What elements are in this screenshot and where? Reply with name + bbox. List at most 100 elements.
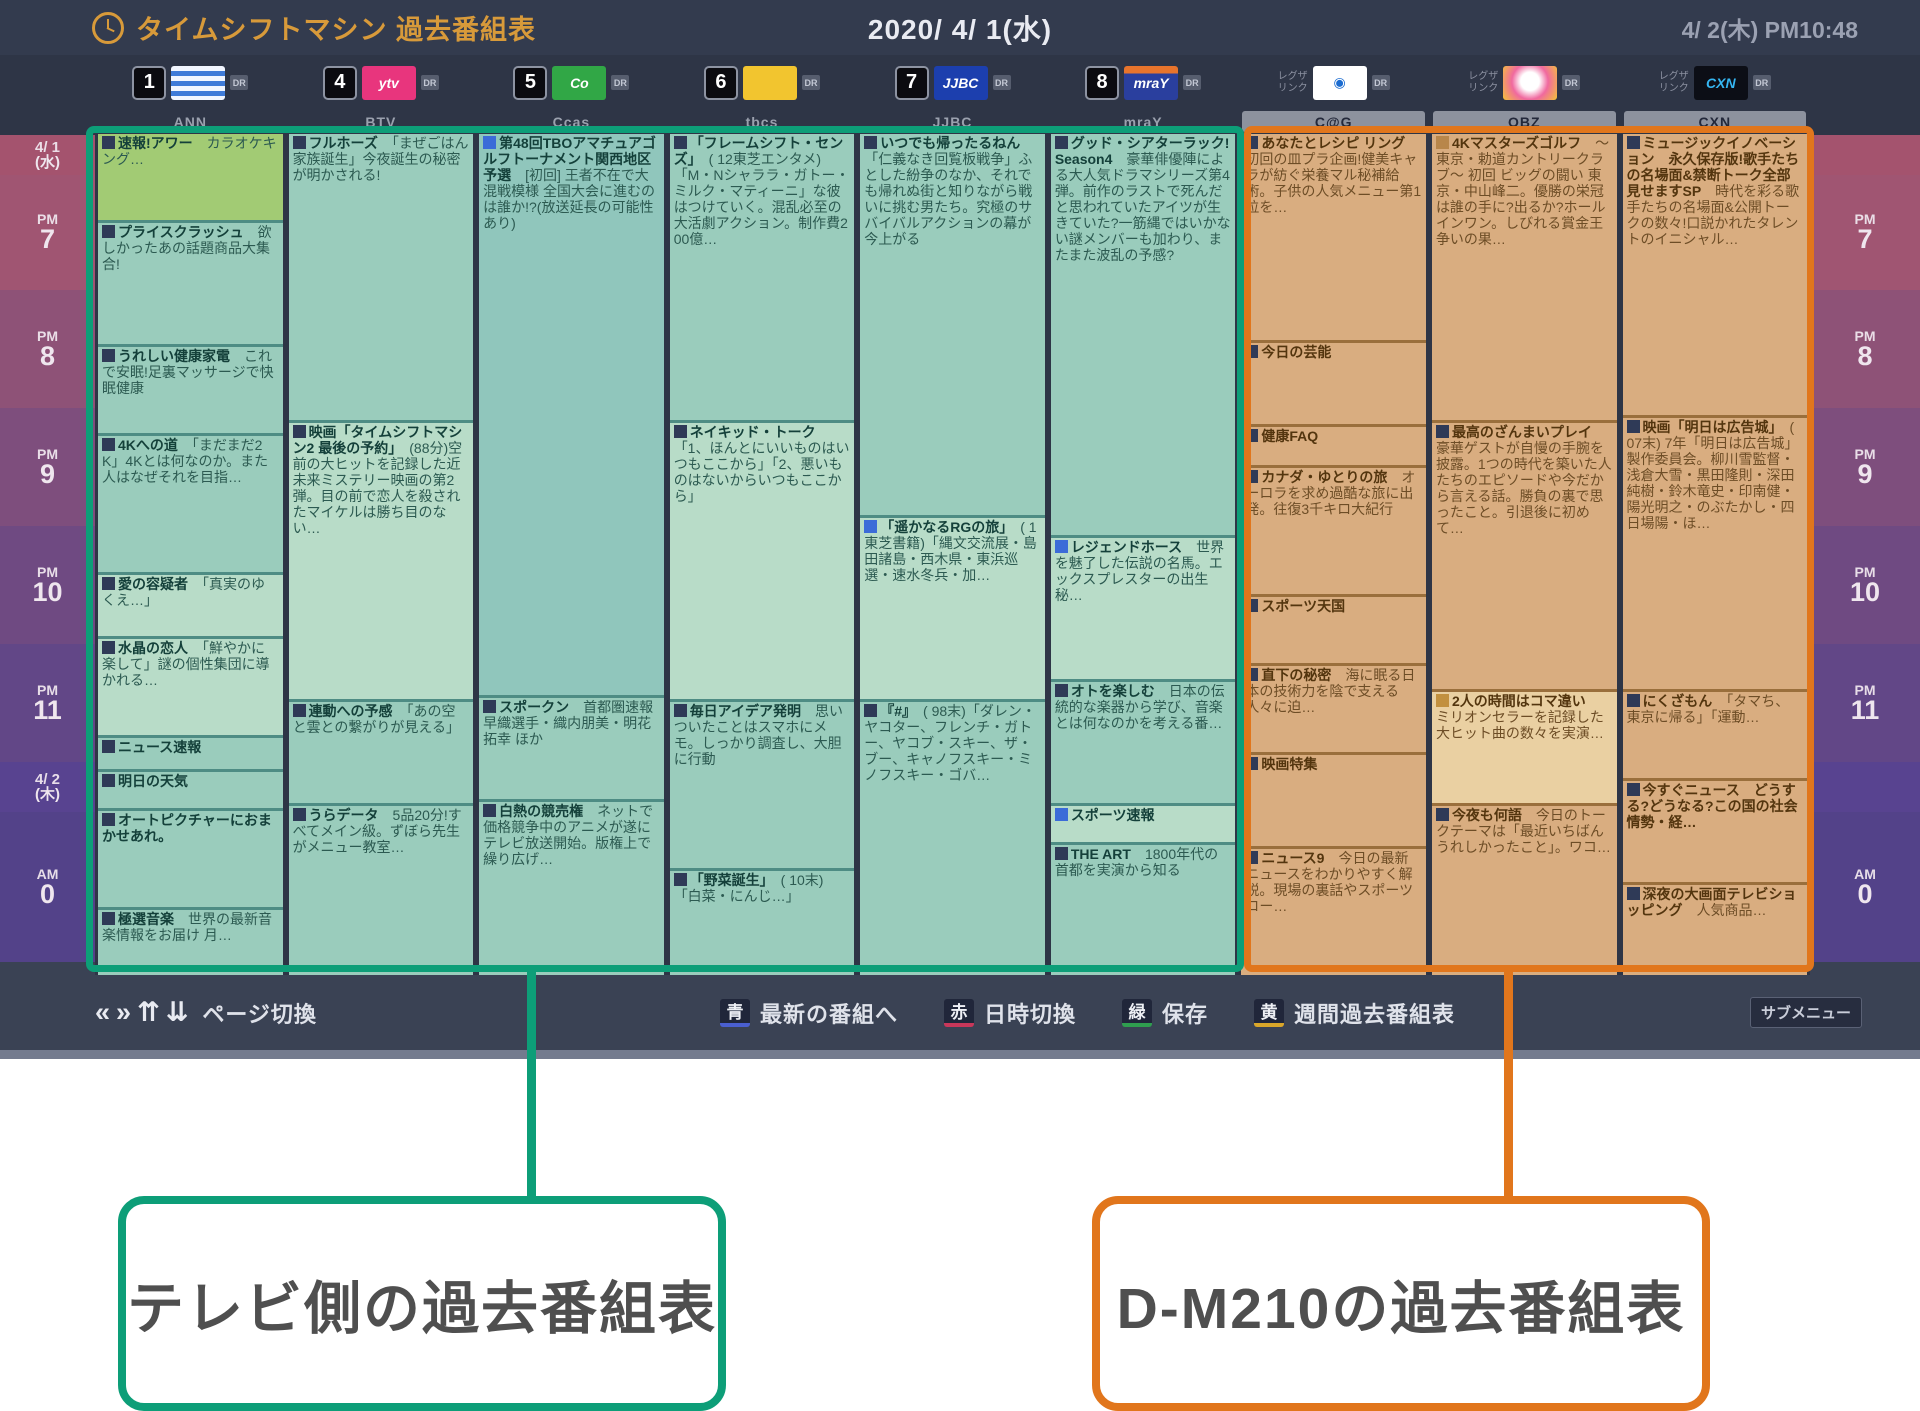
program-cell[interactable]: プライスクラッシュ 欲しかったあの話題商品大集合! xyxy=(98,223,283,344)
genre-icon xyxy=(102,774,115,787)
channel-column-ANN: 1DRANN速報!アワー カラオケキング…プライスクラッシュ 欲しかったあの話題… xyxy=(95,55,286,975)
program-cell[interactable]: 映画「明日は広告城」 ( 07末) 7年「明日は広告城」製作委員会。柳川雪監督・… xyxy=(1623,418,1808,689)
program-cell[interactable]: いつでも帰ったるねん 「仁義なき回覧板戦争」ふとした紛争のなか、それでも帰れぬ街… xyxy=(860,134,1045,515)
program-cell[interactable]: オトを楽しむ 日本の伝統的な楽器から学び、音楽とは何なのかを考える番… xyxy=(1051,682,1236,803)
program-title: 最高のざんまいプレイ xyxy=(1452,424,1592,440)
program-cell[interactable]: 水晶の恋人 「鮮やかに楽して」謎の個性集団に導かれる… xyxy=(98,639,283,735)
program-cell[interactable]: 健康FAQ xyxy=(1241,427,1426,465)
channel-logo xyxy=(743,66,797,100)
program-cell[interactable]: 今すぐニュース どうする?どうなる?この国の社会情勢・経… xyxy=(1623,781,1808,882)
program-description: 「仁義なき回覧板戦争」ふとした紛争のなか、それでも帰れぬ街と知りながら戦いに挑む… xyxy=(864,135,1034,247)
program-cell[interactable]: 毎日アイデア発明 思いついたことはスマホにメモ。しっかり調査し、大胆に行動 xyxy=(670,702,855,868)
time-slot-label xyxy=(1810,135,1920,175)
program-cell[interactable]: 4Kへの道 「まだまだ2K」4Kとは何なのか。また人はなぜそれを目指… xyxy=(98,436,283,572)
program-cell[interactable]: あなたとレシピ リング 初回の皿プラ企画!健美キャラが紡ぐ栄養マル秘補給術。子供… xyxy=(1241,134,1426,340)
program-cell[interactable]: オートピクチャーにおまかせあれ。 xyxy=(98,811,283,907)
program-cell[interactable]: 連動への予感 「あの空と雲との繋がりが見える」 xyxy=(289,702,474,803)
program-cell[interactable]: 「遥かなるRGの旅」 ( 1東芝書籍)「縄文交流展・島田諸島・西木県・東浜巡選・… xyxy=(860,518,1045,699)
time-slot-label: PM9 xyxy=(1810,408,1920,526)
current-guide-date: 2020/ 4/ 1(水) xyxy=(0,8,1920,48)
program-title: うれしい健康家電 xyxy=(118,348,230,364)
remote-color-button[interactable]: 黄週間過去番組表 xyxy=(1254,997,1455,1029)
program-title: 極選音楽 xyxy=(118,911,174,927)
remote-color-button[interactable]: 緑保存 xyxy=(1122,997,1208,1029)
genre-icon xyxy=(102,136,115,149)
channel-number: 4 xyxy=(323,66,357,100)
remote-color-button[interactable]: 青最新の番組へ xyxy=(720,997,898,1029)
program-cell[interactable]: にくざもん 「タマち、東京に帰る」「運動… xyxy=(1623,692,1808,778)
program-cell[interactable]: 速報!アワー カラオケキング… xyxy=(98,134,283,220)
program-cell[interactable]: 白熱の競売権 ネットで価格競争中のアニメが遂にテレビ放送開始。版権上で繰り広げ… xyxy=(479,802,664,975)
genre-icon xyxy=(864,520,877,533)
program-title: ネイキッド・トーク xyxy=(690,424,816,440)
program-cell[interactable]: うらデータ 5品20分!すべてメイン級。ずぼら先生がメニュー教室… xyxy=(289,806,474,975)
page-nav-arrow-icon[interactable]: » xyxy=(116,999,131,1026)
genre-icon xyxy=(102,813,115,826)
channel-header: 5CoDR xyxy=(479,55,664,110)
channel-header: レグザリンクDR xyxy=(1432,55,1617,110)
program-cell[interactable]: グッド・シアターラック! Season4 豪華俳優陣による大人気ドラマシリーズ第… xyxy=(1051,134,1236,535)
program-title: ニュース速報 xyxy=(118,739,201,755)
program-cell[interactable]: 直下の秘密 海に眠る日本の技術力を陰で支える人々に迫… xyxy=(1241,666,1426,752)
program-title: オートピクチャーにおまかせあれ。 xyxy=(102,812,272,844)
remote-color-button[interactable]: 赤日時切換 xyxy=(944,997,1076,1029)
program-cell[interactable]: 『#』 ( 98末)「ダレン・ヤコター、フレンチ・ガトー、ヤコブ・スキー、ザ・ブ… xyxy=(860,702,1045,975)
color-key-icon: 青 xyxy=(720,999,750,1027)
time-slot-label: AM0 xyxy=(0,812,95,962)
program-cell[interactable]: 第48回TBOアマチュアゴルフトーナメント関西地区予選 [初回] 王者不在で大混… xyxy=(479,134,664,695)
genre-icon xyxy=(1436,136,1449,149)
program-cell[interactable]: ニュース速報 xyxy=(98,738,283,769)
program-list: グッド・シアターラック! Season4 豪華俳優陣による大人気ドラマシリーズ第… xyxy=(1051,134,1236,975)
color-buttons: 青最新の番組へ 赤日時切換 緑保存 黄週間過去番組表 xyxy=(720,997,1455,1029)
program-cell[interactable]: 今日の芸能 xyxy=(1241,343,1426,424)
program-cell[interactable]: 「野菜誕生」 ( 10末)「白菜・にんじ…」 xyxy=(670,871,855,975)
program-cell[interactable]: うれしい健康家電 これで安眠!足裏マッサージで快眠健康 xyxy=(98,347,283,433)
program-cell[interactable]: 「フレームシフト・センズ」 ( 12東芝エンタメ)「M・Nシャララ・ガトー・ミル… xyxy=(670,134,855,420)
program-cell[interactable]: THE ART 1800年代の首都を実演から知る xyxy=(1051,845,1236,975)
channel-logo xyxy=(1503,66,1557,100)
program-cell[interactable]: ネイキッド・トーク 「1、ほんとにいいものはいつもここから」「2、悪いものはない… xyxy=(670,423,855,699)
page-nav-arrow-icon[interactable]: « xyxy=(95,999,110,1026)
time-slot-label: PM8 xyxy=(0,290,95,408)
program-cell[interactable]: 2人の時間はコマ違い ミリオンセラーを記録した大ヒット曲の数々を実演… xyxy=(1432,692,1617,803)
program-cell[interactable]: 最高のざんまいプレイ 豪華ゲストが自慢の手腕を披露。1つの時代を築いた人たちのエ… xyxy=(1432,423,1617,689)
program-cell[interactable]: 明日の天気 xyxy=(98,772,283,808)
page-nav-icons[interactable]: «»⇈⇊ xyxy=(95,999,188,1026)
program-cell[interactable]: ニュース9 今日の最新ニュースをわかりやすく解説。現場の裏話やスポーツコー… xyxy=(1241,849,1426,975)
program-cell[interactable]: スポーツ天国 xyxy=(1241,597,1426,663)
channel-name: CXN xyxy=(1624,111,1807,132)
program-title: 4Kマスターズゴルフ xyxy=(1452,135,1581,151)
page-nav-arrow-icon[interactable]: ⇈ xyxy=(137,999,160,1026)
program-list: いつでも帰ったるねん 「仁義なき回覧板戦争」ふとした紛争のなか、それでも帰れぬ街… xyxy=(860,134,1045,975)
program-cell[interactable]: スポーツ速報 xyxy=(1051,806,1236,842)
program-cell[interactable]: 愛の容疑者 「真実のゆくえ…」 xyxy=(98,575,283,636)
program-title: 毎日アイデア発明 xyxy=(690,703,801,719)
program-cell[interactable]: 4Kマスターズゴルフ 〜東京・勅道カントリークラブ〜 初回 ビッグの闘い 東京・… xyxy=(1432,134,1617,420)
channel-name: mraY xyxy=(1051,110,1236,134)
program-cell[interactable]: スポークン 首都圏速報 早織選手・織内朋美・明花拓幸 ほか xyxy=(479,698,664,799)
program-cell[interactable]: 今夜も何語 今日のトークテーマは「最近いちばんうれしかったこと」。ワコ… xyxy=(1432,806,1617,975)
program-cell[interactable]: 映画「タイムシフトマシン2 最後の予約」 (88分)空前の大ヒットを記録した近未… xyxy=(289,423,474,699)
program-title: フルホーズ xyxy=(309,135,378,151)
submenu-button[interactable]: サブメニュー xyxy=(1750,997,1862,1028)
genre-icon xyxy=(483,804,496,817)
program-title: 2人の時間はコマ違い xyxy=(1452,693,1586,709)
program-cell[interactable]: フルホーズ 「まぜごはん家族誕生」今夜誕生の秘密が明かされる! xyxy=(289,134,474,420)
channel-name: ANN xyxy=(98,110,283,134)
time-gutter-right: PM7PM8PM9PM10PM11AM0 xyxy=(1810,55,1920,975)
program-cell[interactable]: 極選音楽 世界の最新音楽情報をお届け 月… xyxy=(98,910,283,975)
signal-mode-tag: DR xyxy=(230,75,248,90)
program-list: あなたとレシピ リング 初回の皿プラ企画!健美キャラが紡ぐ栄養マル秘補給術。子供… xyxy=(1241,134,1426,975)
genre-icon xyxy=(1436,425,1449,438)
signal-mode-tag: DR xyxy=(1183,75,1201,90)
genre-icon xyxy=(1627,136,1640,149)
program-cell[interactable]: 深夜の大画面テレビショッピング 人気商品… xyxy=(1623,885,1808,975)
program-title: スポーツ速報 xyxy=(1071,807,1155,823)
page-nav-arrow-icon[interactable]: ⇊ xyxy=(166,999,189,1026)
program-list: 第48回TBOアマチュアゴルフトーナメント関西地区予選 [初回] 王者不在で大混… xyxy=(479,134,664,975)
program-cell[interactable]: ミュージックイノベーション 永久保存版!歌手たちの名場面&禁断トーク全部見せます… xyxy=(1623,134,1808,415)
genre-icon xyxy=(674,425,687,438)
program-cell[interactable]: レジェンドホース 世界を魅了した伝説の名馬。エックスプレスターの出生秘… xyxy=(1051,538,1236,679)
program-cell[interactable]: 映画特集 xyxy=(1241,755,1426,846)
program-cell[interactable]: カナダ・ゆとりの旅 オーロラを求め過酷な旅に出発。往復3千キロ大紀行 xyxy=(1241,468,1426,594)
